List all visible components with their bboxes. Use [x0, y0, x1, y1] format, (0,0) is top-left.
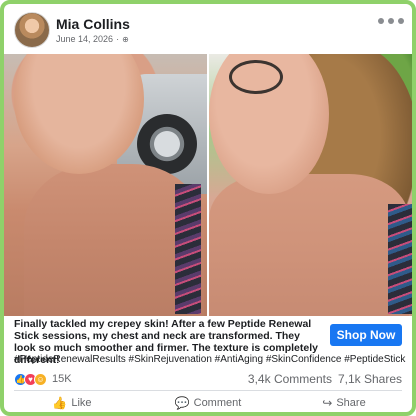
post-header: Mia Collins June 14, 2026 · ⊕: [4, 4, 412, 54]
share-button[interactable]: ↪ Share: [276, 392, 412, 412]
comments-count[interactable]: 3,4k Comments: [248, 372, 332, 386]
comment-label: Comment: [193, 397, 242, 409]
separator-dot: ·: [116, 34, 120, 44]
comment-icon: 💬: [174, 396, 190, 410]
reaction-icons[interactable]: 👍 ♥ ☺ 15K: [14, 372, 72, 386]
before-photo[interactable]: [4, 54, 207, 316]
action-bar: 👍 Like 💬 Comment ↪ Share: [4, 392, 412, 412]
author-name[interactable]: Mia Collins: [56, 16, 130, 32]
reactions-count[interactable]: 15K: [52, 373, 72, 385]
shares-count[interactable]: 7,1k Shares: [338, 372, 402, 386]
clothing-strap: [175, 184, 201, 314]
engagement-counts: 3,4k Comments 7,1k Shares: [248, 372, 402, 386]
divider: [14, 390, 402, 391]
neck-chest-skin: [209, 174, 409, 316]
post-card: Mia Collins June 14, 2026 · ⊕ Finally ta…: [0, 0, 416, 416]
care-icon: ☺: [34, 372, 47, 386]
avatar[interactable]: [14, 12, 50, 48]
post-meta: June 14, 2026 · ⊕: [56, 34, 129, 44]
post-date[interactable]: June 14, 2026: [56, 34, 113, 44]
clothing-strap: [388, 204, 412, 314]
comment-button[interactable]: 💬 Comment: [140, 392, 276, 412]
shop-now-button[interactable]: Shop Now: [330, 324, 402, 346]
hashtags[interactable]: #PeptideRenewalResults #SkinRejuvenation…: [14, 354, 412, 366]
glasses: [229, 60, 283, 94]
thumbs-up-icon: 👍: [52, 396, 68, 410]
after-photo[interactable]: [209, 54, 412, 316]
share-label: Share: [336, 397, 366, 409]
like-label: Like: [71, 397, 92, 409]
post-stats: 👍 ♥ ☺ 15K 3,4k Comments 7,1k Shares: [14, 370, 402, 388]
more-options-icon[interactable]: [378, 18, 404, 24]
like-button[interactable]: 👍 Like: [4, 392, 140, 412]
globe-icon: ⊕: [122, 34, 129, 44]
share-icon: ↪: [322, 396, 333, 410]
post-photos[interactable]: [4, 54, 412, 316]
